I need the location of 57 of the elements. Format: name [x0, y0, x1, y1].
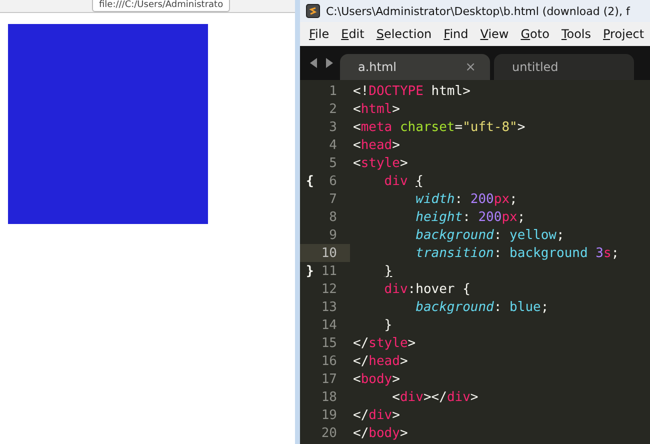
gutter-cell-text: 4: [328, 136, 338, 154]
menu-item[interactable]: Project: [603, 27, 644, 41]
editor-tab[interactable]: untitled: [494, 54, 634, 80]
menu-item[interactable]: View: [480, 27, 509, 41]
fold-marker[interactable]: {: [306, 174, 314, 188]
code-line: <head>: [353, 138, 400, 152]
gutter-cell-text: 5: [328, 154, 338, 172]
code-line: <!DOCTYPE html>: [353, 84, 470, 98]
code-line: <meta charset="uft-8">: [353, 120, 526, 134]
code-line: <body>: [353, 372, 400, 386]
code-line: </div>: [353, 408, 400, 422]
gutter-cell-text: 17: [320, 370, 338, 388]
gutter-cell-text: 2: [328, 100, 338, 118]
code-line: background: blue;: [414, 300, 549, 314]
code-line: <div></div>: [391, 390, 478, 404]
code-line: <html>: [353, 102, 400, 116]
code-line: </style>: [353, 336, 416, 350]
menu-item[interactable]: Tools: [561, 27, 592, 41]
gutter-cell-text: 7: [328, 190, 338, 208]
gutter-cell-text: 18: [320, 388, 338, 406]
code-line: transition: background 3s;: [414, 246, 620, 260]
menu-item[interactable]: Edit: [341, 27, 364, 41]
code-line: width: 200px;: [414, 192, 518, 206]
address-bar[interactable]: file:///C:/Users/Administrato: [92, 0, 230, 12]
close-icon[interactable]: ×: [465, 60, 476, 74]
gutter-cell-text: 9: [328, 226, 338, 244]
window-title: C:\Users\Administrator\Desktop\b.html (download (2), f: [326, 4, 630, 18]
gutter-cell-text: 1: [328, 82, 338, 100]
code-line: background: yellow;: [414, 228, 564, 242]
code-line: }: [383, 264, 392, 278]
editor-tab[interactable]: a.html ×: [340, 54, 490, 80]
gutter-cell-text: 12: [320, 280, 338, 298]
code-line: height: 200px;: [414, 210, 526, 224]
gutter-cell-text: } 11: [305, 262, 338, 280]
gutter-cell-text: 20: [320, 424, 338, 442]
code-line: div:hover {: [383, 282, 470, 296]
gutter-cell-text: { 6: [305, 172, 338, 190]
code-line: </head>: [353, 354, 408, 368]
code-line: </body>: [353, 426, 408, 440]
gutter-cell-text: 16: [320, 352, 338, 370]
gutter-cell-text: 8: [328, 208, 338, 226]
code-line: }: [383, 318, 392, 332]
gutter-cell-text: 13: [320, 298, 338, 316]
gutter-cell: 10: [300, 244, 350, 262]
menu-item[interactable]: Selection: [376, 27, 432, 41]
code-line: <style>: [353, 156, 408, 170]
gutter-cell-text: 15: [320, 334, 338, 352]
menu-item[interactable]: File: [309, 27, 330, 41]
code-editor[interactable]: [300, 80, 650, 444]
gutter-cell-text: 14: [320, 316, 338, 334]
code-line: div {: [383, 174, 424, 188]
gutter-cell-text: 3: [328, 118, 338, 136]
gutter-cell-text: 19: [320, 406, 338, 424]
menu-item[interactable]: Goto: [520, 27, 550, 41]
app-icon: [306, 4, 320, 18]
fold-marker[interactable]: }: [306, 264, 314, 278]
menu-item[interactable]: Find: [444, 27, 468, 41]
